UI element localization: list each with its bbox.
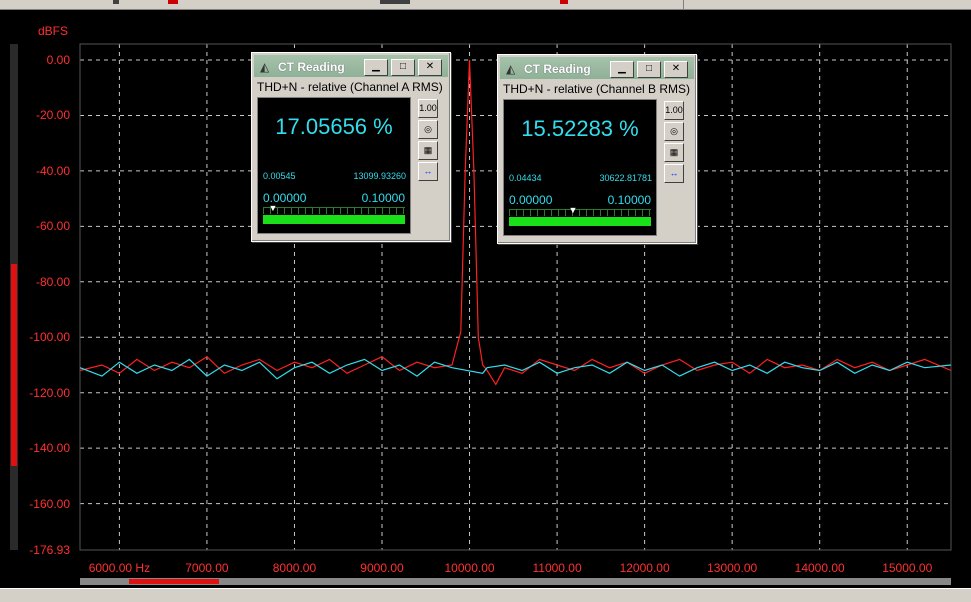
minimize-button[interactable]: ▁ — [610, 61, 634, 78]
spectrum-plot[interactable] — [0, 0, 971, 601]
max-value: 30622.81781 — [599, 173, 652, 183]
maximize-button[interactable]: □ — [637, 61, 661, 78]
ct-reading-icon: ◭ — [506, 62, 516, 76]
expand-arrows-icon[interactable]: ↔ — [418, 162, 438, 181]
window-title: CT Reading — [524, 62, 591, 76]
reading-value: 17.05656 % — [275, 114, 393, 139]
reading-display: 17.05656 % 0.00545 13099.93260 0.00000 0.100… — [257, 97, 411, 234]
measurement-label: THD+N - relative (Channel B RMS) — [503, 82, 691, 96]
bar-scale — [263, 207, 405, 214]
scale-100-icon[interactable]: 1.00 — [418, 99, 438, 118]
y-tick-label: -120.00 — [29, 385, 70, 400]
horizontal-scrollbar[interactable] — [80, 578, 951, 585]
y-tick-label: -20.00 — [35, 108, 70, 123]
x-tick-label: 15000.00 — [882, 561, 933, 575]
level-bar — [509, 217, 651, 226]
range-max: 0.10000 — [607, 193, 651, 207]
dial-icon[interactable]: ◎ — [664, 122, 684, 141]
scale-100-icon[interactable]: 1.00 — [664, 101, 684, 120]
x-tick-label: 6000.00 Hz — [88, 561, 151, 575]
level-bar — [263, 215, 405, 224]
y-tick-label: -40.00 — [35, 163, 70, 178]
x-tick-label: 11000.00 — [532, 561, 582, 575]
y-tick-label: -80.00 — [35, 274, 70, 289]
min-value: 0.00545 — [263, 171, 296, 181]
ct-reading-icon: ◭ — [260, 60, 270, 74]
range-max: 0.10000 — [361, 191, 405, 205]
close-button[interactable]: ✕ — [418, 59, 442, 76]
max-value: 13099.93260 — [353, 171, 406, 181]
ct-reading-window-a[interactable]: ◭ CT Reading ▁ □ ✕ THD+N - relative (Channel … — [251, 52, 451, 242]
reading-display: 15.52283 % 0.04434 30622.81781 0.00000 0.100… — [503, 99, 657, 236]
title-bar[interactable]: ◭ CT Reading ▁ □ ✕ — [500, 57, 694, 79]
x-tick-label: 7000.00 — [185, 561, 229, 575]
marker-icon[interactable]: ▼ — [568, 205, 577, 215]
x-tick-label: 14000.00 — [794, 561, 845, 575]
status-bar — [0, 588, 971, 602]
y-tick-label: 0.00 — [46, 53, 70, 67]
y-tick-label: -160.00 — [29, 496, 70, 511]
y-tick-label: -100.00 — [29, 330, 70, 345]
settings-edit-icon[interactable]: ▦ — [418, 141, 438, 160]
horizontal-scroll-thumb[interactable] — [129, 579, 219, 584]
settings-edit-icon[interactable]: ▦ — [664, 143, 684, 162]
range-min: 0.00000 — [509, 193, 553, 207]
x-tick-label: 12000.00 — [619, 561, 670, 575]
x-tick-label: 10000.00 — [444, 561, 495, 575]
expand-arrows-icon[interactable]: ↔ — [664, 164, 684, 183]
window-title: CT Reading — [278, 60, 345, 74]
y-tick-label: -140.00 — [29, 441, 70, 456]
bar-scale — [509, 209, 651, 216]
y-tick-label: -60.00 — [35, 219, 70, 234]
x-tick-label: 13000.00 — [707, 561, 758, 575]
dial-icon[interactable]: ◎ — [418, 120, 438, 139]
marker-icon[interactable]: ▼ — [269, 203, 278, 213]
minimize-button[interactable]: ▁ — [364, 59, 388, 76]
title-bar[interactable]: ◭ CT Reading ▁ □ ✕ — [254, 55, 448, 77]
min-value: 0.04434 — [509, 173, 542, 183]
channel-b-trace — [79, 358, 952, 380]
close-button[interactable]: ✕ — [664, 61, 688, 78]
reading-value: 15.52283 % — [521, 116, 639, 141]
x-tick-label: 8000.00 — [272, 561, 317, 575]
x-tick-label: 9000.00 — [360, 561, 404, 575]
ct-reading-window-b[interactable]: ◭ CT Reading ▁ □ ✕ THD+N - relative (Channel … — [497, 54, 697, 244]
y-tick-label: -176.93 — [29, 543, 70, 557]
maximize-button[interactable]: □ — [391, 59, 415, 76]
measurement-label: THD+N - relative (Channel A RMS) — [257, 80, 443, 94]
